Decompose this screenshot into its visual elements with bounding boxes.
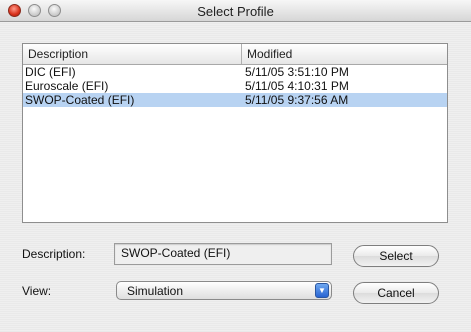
table-header: Description Modified	[23, 44, 447, 65]
row-modified: 5/11/05 4:10:31 PM	[245, 79, 349, 93]
view-popup[interactable]: Simulation ▼	[116, 281, 332, 300]
column-header-description[interactable]: Description	[23, 44, 242, 64]
table-row-selected[interactable]: SWOP-Coated (EFI) 5/11/05 9:37:56 AM	[23, 93, 447, 107]
view-popup-value: Simulation	[127, 284, 184, 298]
select-button[interactable]: Select	[353, 245, 439, 267]
row-description: Euroscale (EFI)	[25, 79, 109, 93]
profile-table: Description Modified DIC (EFI) 5/11/05 3…	[22, 43, 448, 223]
popup-arrow-icon[interactable]: ▼	[315, 283, 329, 298]
row-description: SWOP-Coated (EFI)	[25, 93, 135, 107]
column-header-modified[interactable]: Modified	[242, 44, 447, 64]
description-label: Description:	[22, 247, 86, 261]
row-description: DIC (EFI)	[25, 65, 76, 79]
window-title: Select Profile	[197, 4, 274, 19]
table-row[interactable]: DIC (EFI) 5/11/05 3:51:10 PM	[23, 65, 447, 79]
row-modified: 5/11/05 3:51:10 PM	[245, 65, 349, 79]
description-field: SWOP-Coated (EFI)	[114, 243, 332, 265]
select-profile-dialog: Select Profile Description Modified DIC …	[0, 0, 471, 332]
table-row[interactable]: Euroscale (EFI) 5/11/05 4:10:31 PM	[23, 79, 447, 93]
view-label: View:	[22, 284, 52, 298]
title-bar[interactable]: Select Profile	[0, 0, 471, 22]
row-modified: 5/11/05 9:37:56 AM	[245, 93, 349, 107]
cancel-button[interactable]: Cancel	[353, 282, 439, 304]
